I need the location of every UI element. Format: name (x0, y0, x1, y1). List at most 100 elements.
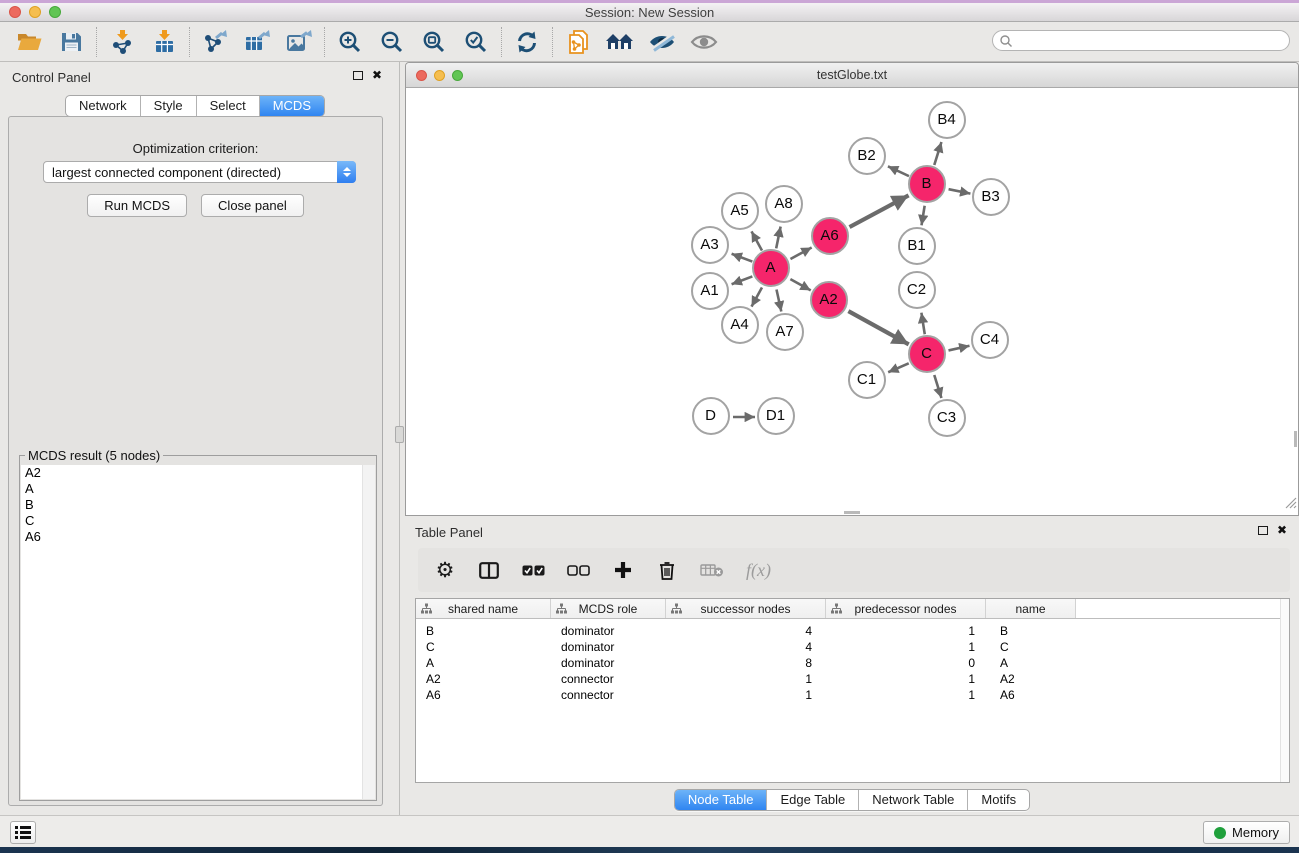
graph-edge-A-A3[interactable] (732, 254, 753, 262)
graph-node-B4[interactable]: B4 (928, 101, 966, 139)
export-image-button[interactable] (278, 25, 320, 59)
run-mcds-button[interactable]: Run MCDS (87, 194, 187, 217)
graph-edge-A-A4[interactable] (752, 287, 762, 306)
network-vscroll-thumb[interactable] (1294, 431, 1297, 447)
graph-node-C1[interactable]: C1 (848, 361, 886, 399)
zoom-network-window-button[interactable] (452, 70, 463, 81)
table-cell[interactable]: connector (551, 688, 666, 702)
export-table-button[interactable] (236, 25, 278, 59)
add-column-button[interactable] (612, 561, 634, 579)
graph-node-A4[interactable]: A4 (721, 306, 759, 344)
column-header-name[interactable]: name (986, 599, 1076, 618)
table-scrollbar[interactable] (1280, 599, 1289, 782)
column-header-predecessor-nodes[interactable]: predecessor nodes (826, 599, 986, 618)
mcds-result-item[interactable]: B (21, 497, 375, 513)
graph-edge-A6-B[interactable] (850, 195, 909, 227)
refresh-view-button[interactable] (506, 25, 548, 59)
close-panel-button[interactable]: Close panel (201, 194, 304, 217)
table-cell[interactable]: C (986, 640, 1076, 654)
tab-motifs[interactable]: Motifs (967, 790, 1029, 810)
mcds-result-item[interactable]: A6 (21, 529, 375, 545)
table-row[interactable]: Bdominator41B (416, 623, 1289, 639)
table-settings-button[interactable]: ⚙ (434, 559, 456, 581)
graph-edge-C-C4[interactable] (948, 346, 969, 351)
graph-node-D1[interactable]: D1 (757, 397, 795, 435)
zoom-fit-button[interactable] (413, 25, 455, 59)
table-cell[interactable]: 1 (826, 688, 986, 702)
table-cell[interactable]: A (416, 656, 551, 670)
task-history-button[interactable] (10, 821, 36, 844)
graph-node-C3[interactable]: C3 (928, 399, 966, 437)
table-row[interactable]: Cdominator41C (416, 639, 1289, 655)
minimize-network-window-button[interactable] (434, 70, 445, 81)
table-cell[interactable]: connector (551, 672, 666, 686)
table-cell[interactable]: 4 (666, 624, 826, 638)
close-window-button[interactable] (9, 6, 21, 18)
graph-node-C4[interactable]: C4 (971, 321, 1009, 359)
graph-node-C[interactable]: C (908, 335, 946, 373)
save-session-button[interactable] (50, 25, 92, 59)
graph-node-B[interactable]: B (908, 165, 946, 203)
table-row[interactable]: Adominator80A (416, 655, 1289, 671)
table-cell[interactable]: 4 (666, 640, 826, 654)
window-titlebar[interactable]: Session: New Session (0, 3, 1299, 22)
graph-node-A2[interactable]: A2 (810, 281, 848, 319)
mcds-result-item[interactable]: C (21, 513, 375, 529)
window-resize-grip[interactable] (1285, 497, 1297, 509)
divider-grip[interactable] (395, 426, 404, 443)
table-cell[interactable]: A2 (416, 672, 551, 686)
zoom-in-button[interactable] (329, 25, 371, 59)
table-cell[interactable]: A (986, 656, 1076, 670)
graph-edge-C-C1[interactable] (888, 363, 909, 372)
memory-button[interactable]: Memory (1203, 821, 1290, 844)
graph-edge-A-A6[interactable] (790, 247, 811, 258)
import-network-button[interactable] (101, 25, 143, 59)
network-window-titlebar[interactable]: testGlobe.txt (406, 63, 1298, 88)
table-cell[interactable]: dominator (551, 624, 666, 638)
graph-node-B1[interactable]: B1 (898, 227, 936, 265)
table-cell[interactable]: 8 (666, 656, 826, 670)
mcds-result-item[interactable]: A2 (21, 465, 375, 481)
graph-node-A8[interactable]: A8 (765, 185, 803, 223)
column-header-mcds-role[interactable]: MCDS role (551, 599, 666, 618)
graph-node-A[interactable]: A (752, 249, 790, 287)
network-hscroll-thumb[interactable] (844, 511, 860, 514)
graph-node-C2[interactable]: C2 (898, 271, 936, 309)
tab-node-table[interactable]: Node Table (675, 790, 767, 810)
select-all-rows-button[interactable] (522, 565, 545, 576)
mcds-result-item[interactable]: A (21, 481, 375, 497)
graph-node-A6[interactable]: A6 (811, 217, 849, 255)
deselect-all-rows-button[interactable] (567, 565, 590, 576)
tab-mcds[interactable]: MCDS (259, 96, 324, 116)
table-cell[interactable]: 1 (666, 688, 826, 702)
table-cell[interactable]: 1 (666, 672, 826, 686)
duplicate-network-button[interactable] (557, 25, 599, 59)
mcds-result-list[interactable]: A2ABCA6 (21, 465, 375, 799)
column-header-successor-nodes[interactable]: successor nodes (666, 599, 826, 618)
minimize-window-button[interactable] (29, 6, 41, 18)
criterion-select[interactable]: largest connected component (directed) (43, 161, 356, 183)
delete-column-button[interactable] (656, 561, 678, 580)
table-row[interactable]: A2connector11A2 (416, 671, 1289, 687)
export-network-button[interactable] (194, 25, 236, 59)
table-cell[interactable]: 1 (826, 624, 986, 638)
graph-edge-A-A8[interactable] (776, 227, 780, 249)
apply-layout-button[interactable] (599, 25, 641, 59)
table-cell[interactable]: A2 (986, 672, 1076, 686)
table-cell[interactable]: 0 (826, 656, 986, 670)
graph-node-A7[interactable]: A7 (766, 313, 804, 351)
zoom-out-button[interactable] (371, 25, 413, 59)
graph-node-A3[interactable]: A3 (691, 226, 729, 264)
table-cell[interactable]: A6 (986, 688, 1076, 702)
tab-edge-table[interactable]: Edge Table (766, 790, 858, 810)
result-scrollbar[interactable] (362, 465, 375, 799)
graph-edge-A-A7[interactable] (776, 290, 781, 312)
table-cell[interactable]: dominator (551, 640, 666, 654)
graph-edge-A-A5[interactable] (752, 231, 762, 250)
graph-edge-C-C3[interactable] (934, 375, 941, 398)
open-session-button[interactable] (8, 25, 50, 59)
close-network-window-button[interactable] (416, 70, 427, 81)
column-layout-button[interactable] (478, 562, 500, 579)
column-header-shared-name[interactable]: shared name (416, 599, 551, 618)
tab-style[interactable]: Style (140, 96, 196, 116)
